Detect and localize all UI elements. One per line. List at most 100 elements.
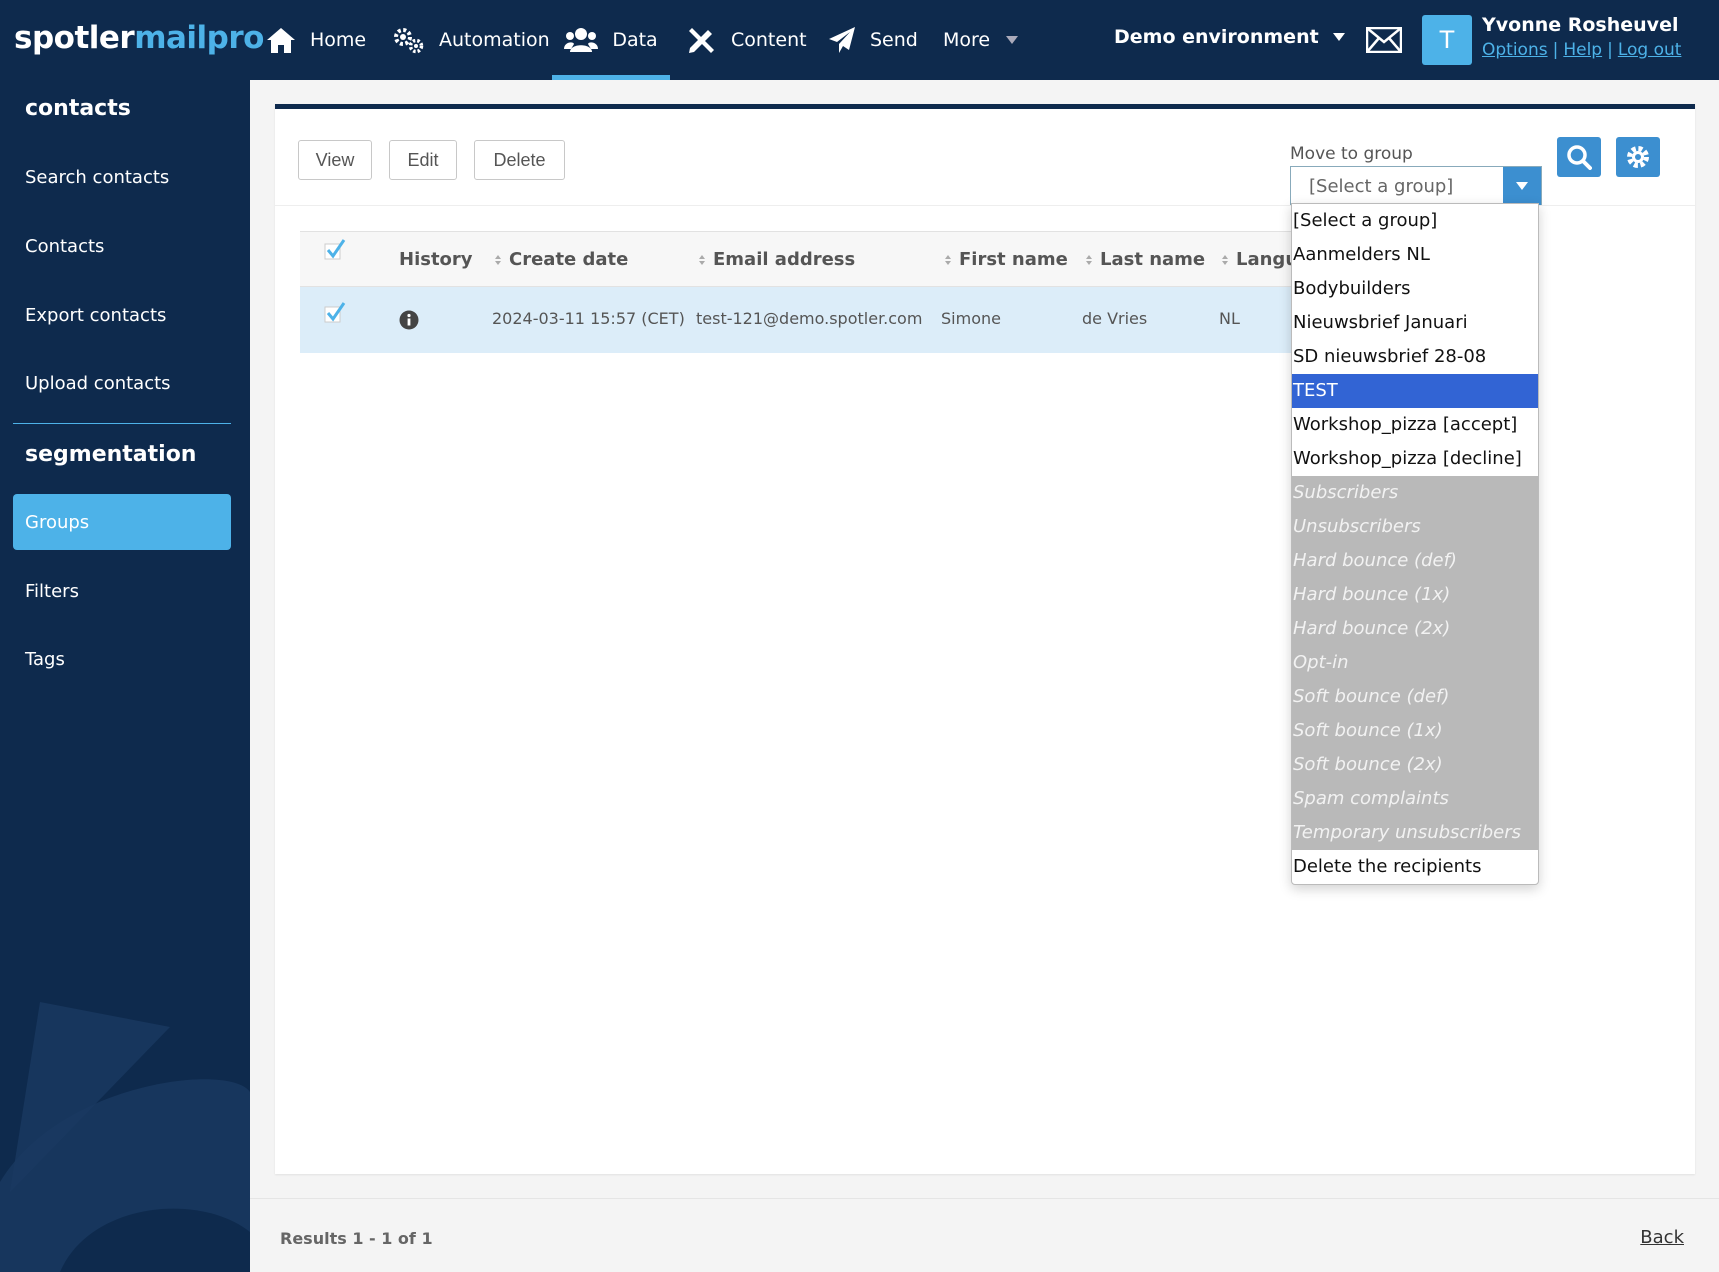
dropdown-option-delete-recipients[interactable]: Delete the recipients — [1292, 850, 1538, 884]
brand-logo[interactable]: spotlermailpro — [14, 20, 264, 56]
column-header-last-name-label: Last name — [1100, 249, 1206, 270]
users-icon — [564, 28, 599, 52]
sidebar-item-search-contacts[interactable]: Search contacts — [13, 149, 231, 205]
nav-send[interactable]: Send — [828, 0, 918, 80]
column-header-language-label: Langu — [1236, 249, 1299, 270]
nav-home-label: Home — [310, 29, 367, 51]
column-header-create-date[interactable]: Create date — [495, 249, 628, 270]
sidebar-item-tags[interactable]: Tags — [13, 631, 231, 687]
user-name: Yvonne Rosheuvel — [1482, 14, 1679, 36]
sort-icon — [1222, 254, 1228, 265]
table-header: History Create date Email address First … — [300, 231, 1300, 287]
cell-create-date: 2024-03-11 15:57 (CET) — [492, 309, 685, 328]
pencil-ruler-icon — [689, 28, 714, 53]
sidebar-heading-contacts: contacts — [25, 96, 131, 121]
column-header-email-label: Email address — [713, 249, 856, 270]
column-header-last-name[interactable]: Last name — [1086, 249, 1205, 270]
nav-automation[interactable]: Automation — [393, 0, 550, 80]
dropdown-option-disabled: Spam complaints — [1292, 782, 1538, 816]
environment-selector[interactable]: Demo environment — [1114, 26, 1345, 48]
link-separator: | — [1552, 40, 1559, 60]
sort-icon — [495, 254, 501, 265]
cell-language: NL — [1219, 309, 1240, 328]
brand-part2: mailpro — [134, 20, 264, 56]
brand-part1: spotler — [14, 20, 135, 56]
sidebar-item-filters[interactable]: Filters — [13, 563, 231, 619]
sidebar-item-groups[interactable]: Groups — [13, 494, 231, 550]
nav-content[interactable]: Content — [687, 0, 807, 80]
nav-send-label: Send — [870, 29, 918, 51]
sidebar: contacts Search contacts Contacts Export… — [0, 80, 250, 1272]
nav-home[interactable]: Home — [266, 0, 366, 80]
decorative-background-shape — [0, 1002, 250, 1272]
user-links: Options | Help | Log out — [1482, 40, 1681, 60]
search-button[interactable] — [1557, 137, 1601, 177]
chevron-down-icon — [1332, 33, 1345, 41]
logout-link[interactable]: Log out — [1618, 40, 1682, 60]
dropdown-option-disabled: Subscribers — [1292, 476, 1538, 510]
avatar[interactable]: T — [1422, 15, 1472, 65]
table-row[interactable]: 2024-03-11 15:57 (CET) test-121@demo.spo… — [300, 287, 1300, 353]
dropdown-option-disabled: Hard bounce (def) — [1292, 544, 1538, 578]
dropdown-option-disabled: Unsubscribers — [1292, 510, 1538, 544]
results-count: Results 1 - 1 of 1 — [280, 1229, 433, 1248]
sidebar-divider — [13, 423, 231, 424]
edit-button[interactable]: Edit — [389, 140, 457, 180]
sidebar-heading-segmentation: segmentation — [25, 442, 197, 467]
sort-icon — [945, 254, 951, 265]
move-to-group-select[interactable]: [Select a group] — [1290, 166, 1542, 206]
search-icon — [1567, 145, 1592, 170]
link-separator: | — [1607, 40, 1613, 60]
dropdown-option-highlighted[interactable]: TEST — [1292, 374, 1538, 408]
top-navigation-bar: spotlermailpro Home Automation Data Cont… — [0, 0, 1719, 80]
dropdown-option[interactable]: Nieuwsbrief Januari — [1292, 306, 1538, 340]
move-to-group-label: Move to group — [1290, 144, 1413, 164]
nav-data[interactable]: Data — [552, 0, 670, 80]
select-all-checkbox[interactable] — [324, 238, 346, 260]
view-button[interactable]: View — [298, 140, 372, 180]
dropdown-option[interactable]: Workshop_pizza [accept] — [1292, 408, 1538, 442]
select-arrow-button[interactable] — [1503, 167, 1541, 205]
sidebar-item-export-contacts[interactable]: Export contacts — [13, 287, 231, 343]
cell-last-name: de Vries — [1082, 309, 1148, 328]
help-link[interactable]: Help — [1563, 40, 1602, 60]
cell-email: test-121@demo.spotler.com — [696, 309, 923, 328]
dropdown-option-disabled: Hard bounce (1x) — [1292, 578, 1538, 612]
settings-button[interactable] — [1616, 137, 1660, 177]
row-checkbox[interactable] — [324, 301, 346, 323]
nav-data-label: Data — [612, 29, 658, 51]
gear-icon — [1627, 146, 1649, 168]
dropdown-option[interactable]: Bodybuilders — [1292, 272, 1538, 306]
dropdown-option[interactable]: Aanmelders NL — [1292, 238, 1538, 272]
paper-plane-icon — [829, 27, 855, 53]
dropdown-option[interactable]: SD nieuwsbrief 28-08 — [1292, 340, 1538, 374]
group-dropdown-list: [Select a group] Aanmelders NL Bodybuild… — [1291, 203, 1539, 885]
dropdown-option[interactable]: Workshop_pizza [decline] — [1292, 442, 1538, 476]
dropdown-option[interactable]: [Select a group] — [1292, 204, 1538, 238]
column-header-first-name[interactable]: First name — [945, 249, 1068, 270]
column-header-history-label: History — [399, 249, 473, 270]
nav-more[interactable]: More — [943, 0, 1019, 80]
info-icon[interactable] — [399, 310, 419, 330]
dropdown-option-disabled: Soft bounce (1x) — [1292, 714, 1538, 748]
chevron-down-icon — [1516, 182, 1528, 190]
sort-icon — [1086, 254, 1092, 265]
select-value: [Select a group] — [1309, 175, 1454, 197]
column-header-create-date-label: Create date — [509, 249, 629, 270]
sidebar-item-contacts[interactable]: Contacts — [13, 218, 231, 274]
delete-button[interactable]: Delete — [474, 140, 565, 180]
column-header-email[interactable]: Email address — [699, 249, 855, 270]
dropdown-option-disabled: Temporary unsubscribers — [1292, 816, 1538, 850]
dropdown-option-disabled: Hard bounce (2x) — [1292, 612, 1538, 646]
dropdown-option-disabled: Soft bounce (def) — [1292, 680, 1538, 714]
envelope-icon[interactable] — [1366, 27, 1402, 53]
options-link[interactable]: Options — [1482, 40, 1548, 60]
column-header-first-name-label: First name — [959, 249, 1068, 270]
back-link[interactable]: Back — [1640, 1227, 1684, 1248]
nav-automation-label: Automation — [439, 29, 550, 51]
nav-more-label: More — [943, 29, 991, 51]
footer-bar: Results 1 - 1 of 1 Back — [250, 1198, 1719, 1272]
chevron-down-icon — [1006, 36, 1019, 44]
sidebar-item-upload-contacts[interactable]: Upload contacts — [13, 355, 231, 411]
column-header-language[interactable]: Langu — [1222, 249, 1298, 270]
